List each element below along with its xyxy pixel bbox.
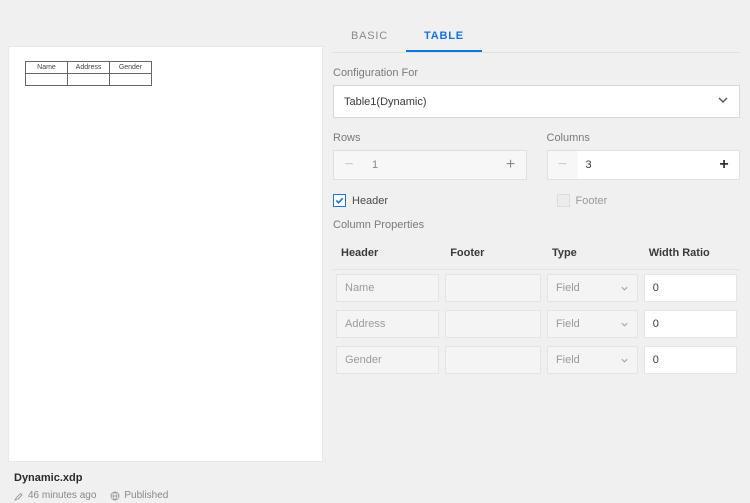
- config-label: Configuration For: [333, 67, 740, 79]
- file-status: Published: [110, 490, 168, 501]
- footer-input[interactable]: [445, 310, 541, 338]
- file-time: 46 minutes ago: [14, 490, 96, 501]
- rows-decrement[interactable]: −: [334, 151, 364, 179]
- preview-body-cell: [110, 74, 152, 86]
- cols-label: Columns: [547, 132, 741, 144]
- preview-body-cell: [68, 74, 110, 86]
- preview-header-cell: Name: [26, 62, 68, 74]
- th-width: Width Ratio: [641, 237, 740, 270]
- column-properties-label: Column Properties: [333, 219, 740, 231]
- type-select[interactable]: Field: [547, 310, 638, 338]
- cols-increment[interactable]: +: [709, 151, 739, 179]
- footer-input[interactable]: [445, 346, 541, 374]
- rows-increment[interactable]: +: [496, 151, 526, 179]
- cols-decrement[interactable]: −: [548, 151, 578, 179]
- table-row: Field: [333, 306, 740, 342]
- type-value: Field: [556, 354, 580, 366]
- file-status-text: Published: [124, 490, 168, 501]
- preview-table: Name Address Gender: [25, 61, 152, 86]
- th-type: Type: [544, 237, 641, 270]
- file-time-text: 46 minutes ago: [28, 490, 96, 501]
- chevron-down-icon: [620, 320, 629, 329]
- footer-input[interactable]: [445, 274, 541, 302]
- header-input[interactable]: [336, 274, 439, 302]
- type-value: Field: [556, 282, 580, 294]
- table-row: Field: [333, 270, 740, 306]
- width-input[interactable]: [644, 310, 737, 338]
- globe-icon: [110, 491, 120, 501]
- check-icon: [335, 196, 344, 205]
- chevron-down-icon: [620, 284, 629, 293]
- preview-header-cell: Gender: [110, 62, 152, 74]
- th-header: Header: [333, 237, 442, 270]
- preview-header-cell: Address: [68, 62, 110, 74]
- tab-table[interactable]: TABLE: [406, 22, 482, 52]
- footer-checkbox-label: Footer: [576, 195, 608, 207]
- cols-stepper: − 3 +: [547, 150, 741, 180]
- column-properties-table: Header Footer Type Width Ratio Field Fiel…: [333, 237, 740, 378]
- rows-label: Rows: [333, 132, 527, 144]
- type-select[interactable]: Field: [547, 346, 638, 374]
- type-select[interactable]: Field: [547, 274, 638, 302]
- pencil-icon: [14, 491, 24, 501]
- header-checkbox[interactable]: [333, 194, 346, 207]
- footer-checkbox[interactable]: [557, 194, 570, 207]
- chevron-down-icon: [620, 356, 629, 365]
- rows-value[interactable]: 1: [364, 151, 496, 179]
- tab-basic[interactable]: BASIC: [333, 22, 406, 52]
- chevron-down-icon: [717, 94, 729, 109]
- rows-stepper: − 1 +: [333, 150, 527, 180]
- file-name: Dynamic.xdp: [14, 472, 323, 484]
- table-row: Field: [333, 342, 740, 378]
- cols-value[interactable]: 3: [578, 151, 710, 179]
- tab-bar: BASIC TABLE: [333, 22, 740, 53]
- type-value: Field: [556, 318, 580, 330]
- preview-canvas: Name Address Gender: [8, 46, 323, 462]
- preview-body-cell: [26, 74, 68, 86]
- width-input[interactable]: [644, 346, 737, 374]
- th-footer: Footer: [442, 237, 544, 270]
- width-input[interactable]: [644, 274, 737, 302]
- header-input[interactable]: [336, 310, 439, 338]
- config-select[interactable]: Table1(Dynamic): [333, 85, 740, 118]
- header-input[interactable]: [336, 346, 439, 374]
- header-checkbox-label: Header: [352, 195, 388, 207]
- config-value: Table1(Dynamic): [344, 96, 427, 108]
